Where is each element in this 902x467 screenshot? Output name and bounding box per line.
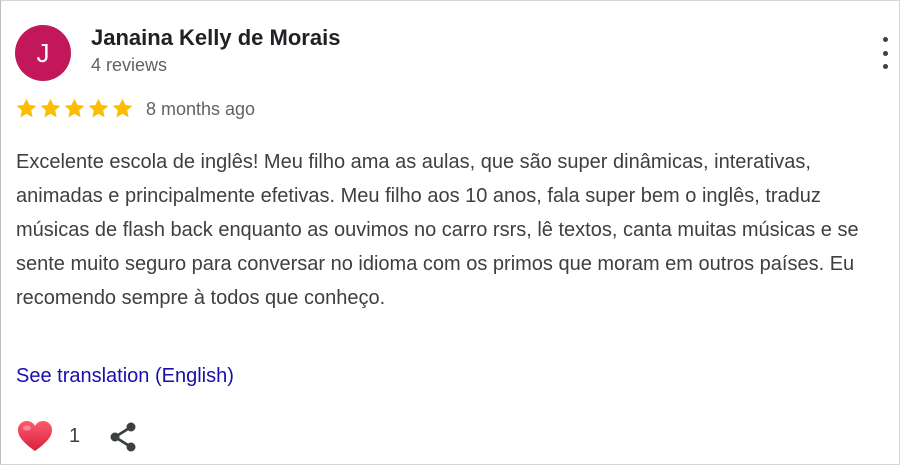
like-count: 1 <box>69 425 81 447</box>
avatar-initial: J <box>36 37 50 68</box>
star-icon <box>16 98 37 118</box>
heart-icon <box>18 421 52 451</box>
author-review-count: 4 reviews <box>91 55 168 75</box>
star-rating <box>15 97 134 120</box>
review-text: Excelente escola de inglês! Meu filho am… <box>16 151 859 309</box>
share-button[interactable] <box>107 421 139 453</box>
review-time: 8 months ago <box>146 99 256 119</box>
like-button[interactable] <box>17 420 53 454</box>
review-card: J Janaina Kelly de Morais 4 reviews 8 mo… <box>0 0 900 465</box>
more-vert-icon[interactable] <box>875 37 895 69</box>
author-name[interactable]: Janaina Kelly de Morais <box>91 25 340 51</box>
star-icon <box>112 98 133 118</box>
star-icon <box>64 98 85 118</box>
share-icon <box>110 422 136 452</box>
avatar[interactable]: J <box>15 25 71 81</box>
star-icon <box>88 98 109 118</box>
star-icon <box>40 98 61 118</box>
see-translation-link[interactable]: See translation (English) <box>16 365 234 388</box>
